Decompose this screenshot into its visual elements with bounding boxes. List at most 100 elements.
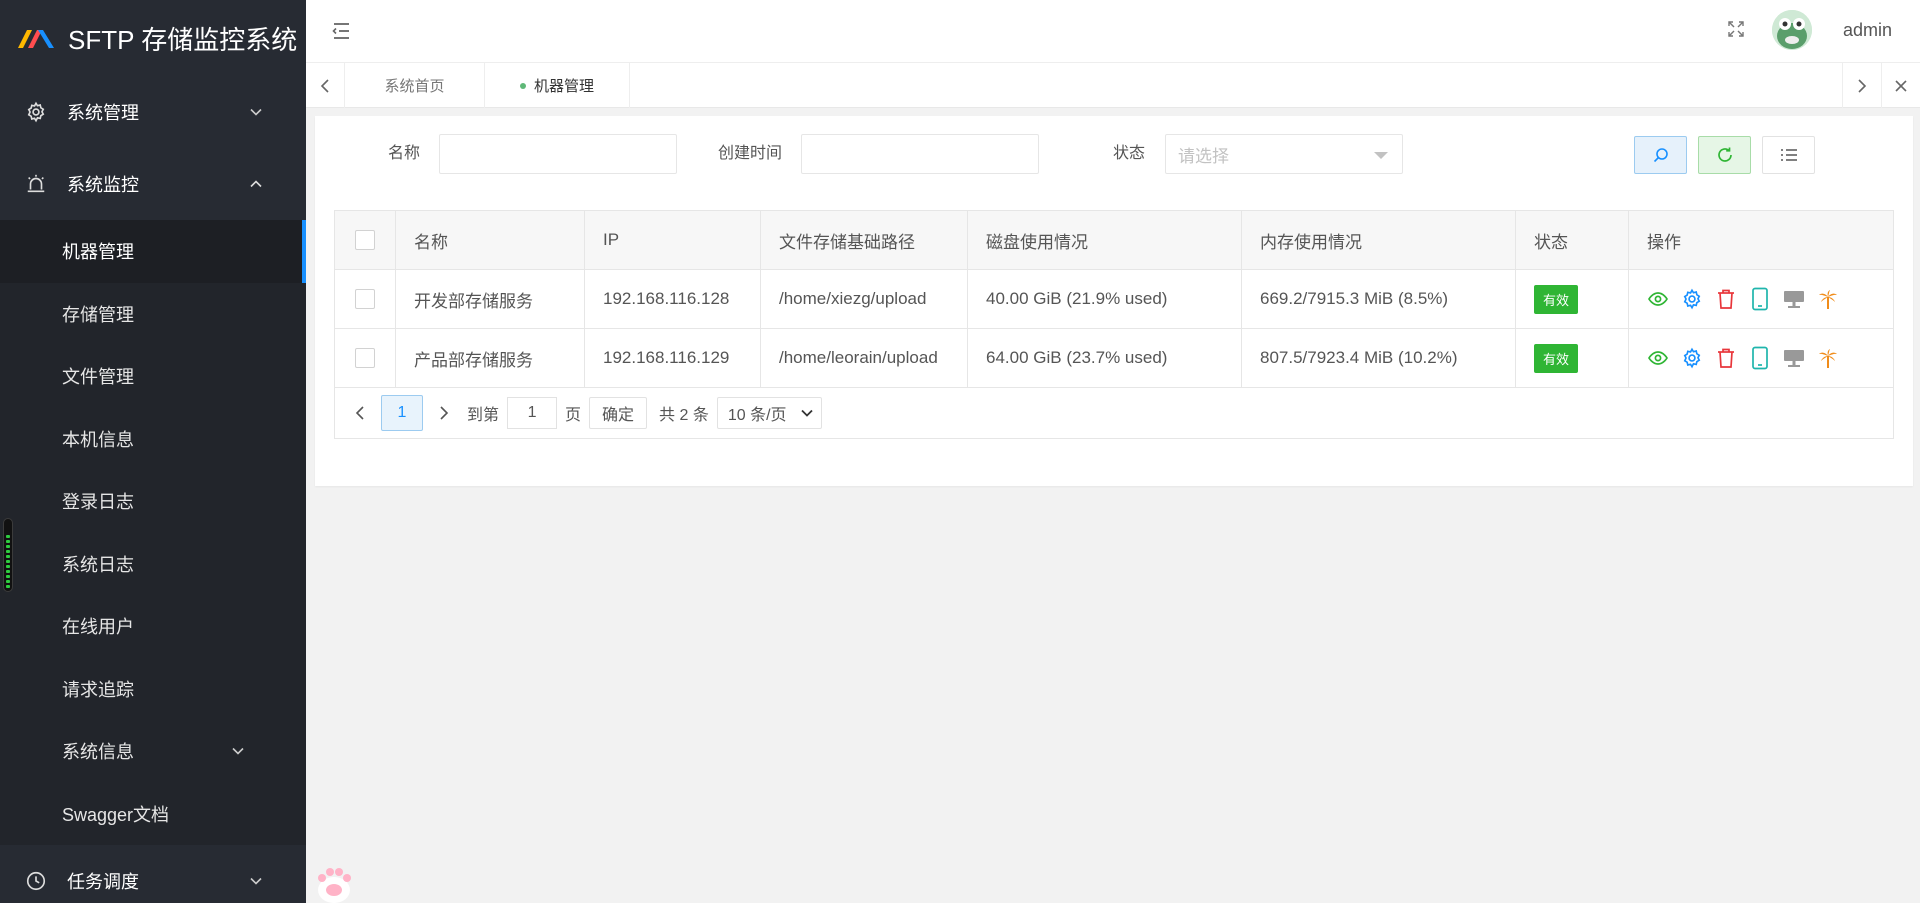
- column-settings-button[interactable]: [1762, 136, 1815, 174]
- terminal-button[interactable]: [1817, 288, 1839, 310]
- mobile-icon: [1752, 346, 1768, 370]
- status-filter-select[interactable]: 请选择: [1165, 134, 1403, 174]
- column-header-ip[interactable]: IP: [585, 211, 761, 269]
- column-header-memory[interactable]: 内存使用情况: [1242, 211, 1516, 269]
- paw-widget-icon[interactable]: [313, 860, 355, 903]
- sidebar-item-label: 登录日志: [62, 492, 134, 513]
- created-time-filter-input[interactable]: [801, 134, 1039, 174]
- tab-scroll-left-button[interactable]: [306, 63, 345, 108]
- app-logo-area: SFTP 存储监控系统: [0, 0, 306, 76]
- page-label: 页: [565, 407, 582, 424]
- delete-button[interactable]: [1715, 347, 1737, 369]
- sidebar-item-online-users[interactable]: 在线用户: [0, 595, 306, 658]
- cell-ip: 192.168.116.128: [585, 270, 761, 328]
- chevron-down-icon: [250, 108, 262, 116]
- settings-button[interactable]: [1681, 347, 1703, 369]
- sidebar-item-label: 系统日志: [62, 554, 134, 575]
- sidebar-item-login-log[interactable]: 登录日志: [0, 470, 306, 533]
- cell-actions: [1629, 270, 1893, 328]
- mobile-icon: [1752, 287, 1768, 311]
- goto-label: 到第: [467, 407, 500, 424]
- monitor-button[interactable]: [1783, 347, 1805, 369]
- chevron-right-icon: [440, 406, 449, 420]
- mobile-button[interactable]: [1749, 287, 1771, 311]
- page-size-select[interactable]: 10 条/页: [716, 397, 822, 429]
- sidebar-group-label: 任务调度: [67, 872, 139, 892]
- gear-icon: [1683, 347, 1701, 369]
- view-button[interactable]: [1647, 347, 1669, 369]
- next-page-button[interactable]: [429, 395, 459, 431]
- select-all-checkbox[interactable]: [355, 230, 375, 250]
- trash-icon: [1718, 348, 1734, 368]
- goto-page-input[interactable]: [507, 397, 558, 429]
- sidebar-item-file-management[interactable]: 文件管理: [0, 345, 306, 408]
- column-header-name[interactable]: 名称: [396, 211, 585, 269]
- trash-icon: [1718, 289, 1734, 309]
- chevron-left-icon: [355, 406, 364, 420]
- view-button[interactable]: [1647, 288, 1669, 310]
- top-header: admin: [306, 0, 1920, 63]
- terminal-button[interactable]: [1817, 347, 1839, 369]
- username[interactable]: admin: [1843, 20, 1892, 41]
- name-filter-input[interactable]: [439, 134, 677, 174]
- page-size-value: 10 条/页: [727, 407, 787, 424]
- chevron-up-icon: [250, 180, 262, 188]
- cell-name: 产品部存储服务: [396, 329, 585, 387]
- sidebar-group-system-monitor[interactable]: 系统监控: [0, 148, 306, 220]
- filter-created-label: 创建时间: [718, 145, 783, 162]
- sidebar-group-system-management[interactable]: 系统管理: [0, 76, 306, 148]
- current-page-button[interactable]: 1: [381, 395, 423, 431]
- sidebar-item-system-info[interactable]: 系统信息: [0, 720, 306, 783]
- filter-status-label: 状态: [1113, 145, 1146, 162]
- sidebar-item-request-trace[interactable]: 请求追踪: [0, 658, 306, 721]
- tab-home[interactable]: 系统首页: [345, 63, 485, 108]
- sidebar-item-system-log[interactable]: 系统日志: [0, 533, 306, 596]
- close-icon: [1895, 79, 1907, 92]
- table-header-row: 名称 IP 文件存储基础路径 磁盘使用情况 内存使用情况 状态 操作: [335, 211, 1893, 270]
- collapse-menu-icon[interactable]: [330, 20, 352, 42]
- refresh-icon: [1717, 147, 1732, 162]
- prev-page-button[interactable]: [345, 395, 375, 431]
- chevron-down-icon: [250, 877, 262, 885]
- cell-actions: [1629, 329, 1893, 387]
- search-button[interactable]: [1634, 136, 1687, 174]
- column-header-status[interactable]: 状态: [1516, 211, 1629, 269]
- sidebar-item-label: 本机信息: [62, 429, 134, 450]
- sidebar-item-local-info[interactable]: 本机信息: [0, 408, 306, 471]
- brand-logo-icon: [18, 30, 54, 48]
- sidebar-item-storage-management[interactable]: 存储管理: [0, 283, 306, 346]
- row-checkbox[interactable]: [355, 289, 375, 309]
- settings-button[interactable]: [1681, 288, 1703, 310]
- table-row: 产品部存储服务 192.168.116.129 /home/leorain/up…: [335, 329, 1893, 388]
- row-checkbox[interactable]: [355, 348, 375, 368]
- monitor-icon: [1784, 350, 1804, 367]
- delete-button[interactable]: [1715, 288, 1737, 310]
- tab-machine-management[interactable]: 机器管理: [485, 63, 630, 108]
- sidebar-item-machine-management[interactable]: 机器管理: [0, 220, 306, 283]
- monitor-button[interactable]: [1783, 288, 1805, 310]
- monitor-icon: [1784, 291, 1804, 308]
- column-header-path[interactable]: 文件存储基础路径: [761, 211, 968, 269]
- avatar[interactable]: [1772, 10, 1812, 50]
- sidebar-item-label: 存储管理: [62, 304, 134, 325]
- search-icon: [1653, 148, 1668, 163]
- status-badge: 有效: [1534, 343, 1579, 373]
- cell-memory: 807.5/7923.4 MiB (10.2%): [1242, 329, 1516, 387]
- cell-path: /home/xiezg/upload: [761, 270, 968, 328]
- fullscreen-icon[interactable]: [1727, 20, 1745, 38]
- close-tabs-button[interactable]: [1881, 63, 1920, 108]
- tab-scroll-right-button[interactable]: [1842, 63, 1881, 108]
- sidebar-group-task-scheduling[interactable]: 任务调度: [0, 845, 306, 903]
- eye-icon: [1648, 351, 1668, 365]
- refresh-button[interactable]: [1698, 136, 1751, 174]
- row-checkbox-cell: [335, 329, 396, 387]
- chevron-right-icon: [1858, 78, 1867, 93]
- sidebar-item-label: 系统信息: [62, 742, 134, 763]
- mobile-button[interactable]: [1749, 346, 1771, 370]
- table-row: 开发部存储服务 192.168.116.128 /home/xiezg/uplo…: [335, 270, 1893, 329]
- sidebar-item-swagger-docs[interactable]: Swagger文档: [0, 783, 306, 846]
- goto-confirm-button[interactable]: 确定: [589, 397, 648, 429]
- tab-label: 机器管理: [533, 78, 594, 95]
- column-header-disk[interactable]: 磁盘使用情况: [968, 211, 1242, 269]
- tab-label: 系统首页: [384, 78, 445, 95]
